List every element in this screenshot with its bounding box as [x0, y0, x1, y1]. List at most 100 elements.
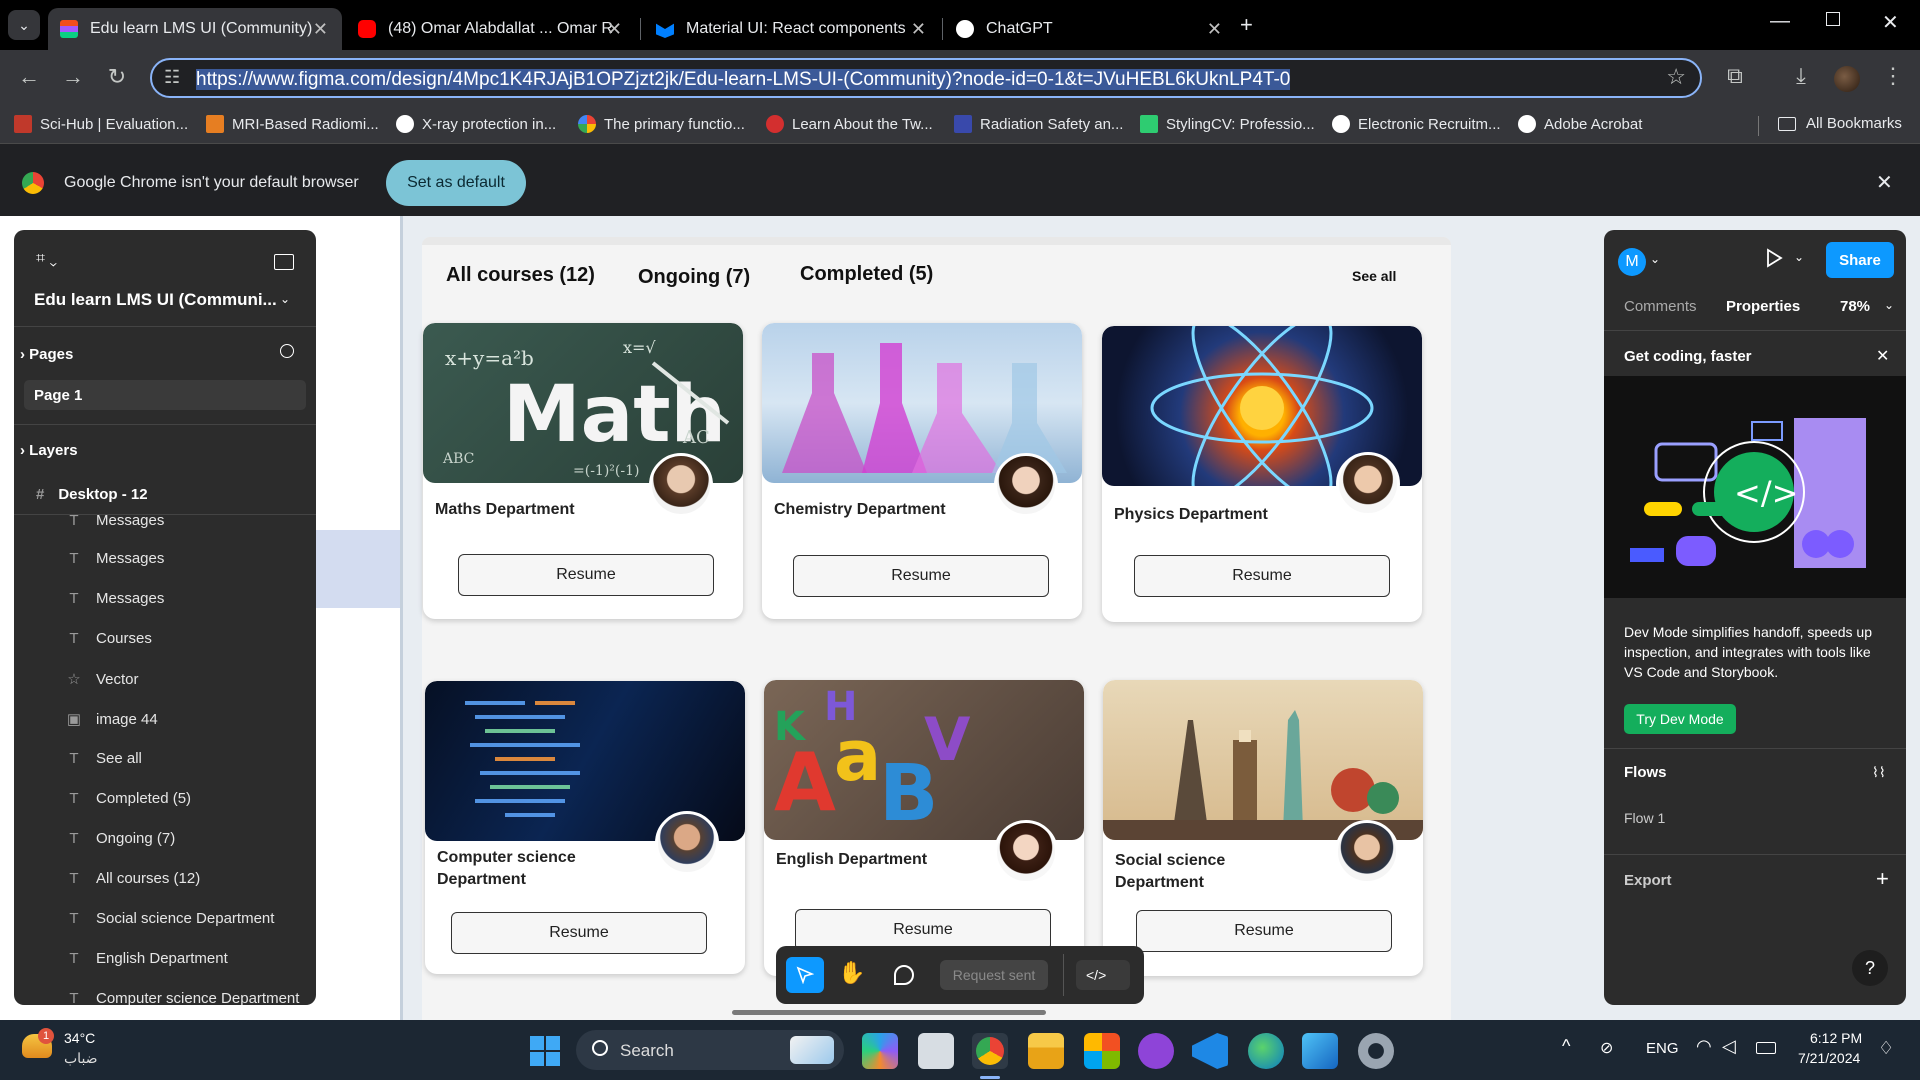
- wifi-icon[interactable]: ◠: [1696, 1036, 1712, 1057]
- flow-icon[interactable]: ⌇⌇: [1872, 764, 1886, 781]
- layer-item[interactable]: T Computer science Department: [66, 990, 299, 1005]
- tab-comments[interactable]: Comments: [1624, 298, 1697, 315]
- add-export-icon[interactable]: +: [1876, 866, 1889, 892]
- flow-item[interactable]: Flow 1: [1624, 810, 1665, 826]
- search-icon[interactable]: [280, 344, 294, 358]
- restore-icon[interactable]: [1826, 12, 1840, 26]
- close-icon[interactable]: ✕: [1876, 170, 1893, 195]
- layer-item[interactable]: ☆ Vector: [66, 670, 138, 689]
- hand-tool-icon[interactable]: ✋: [838, 960, 865, 986]
- address-bar[interactable]: ☷ https://www.figma.com/design/4Mpc1K4RJ…: [150, 58, 1702, 98]
- resume-button[interactable]: Resume: [795, 909, 1051, 951]
- resume-button[interactable]: Resume: [793, 555, 1049, 597]
- vscode-icon[interactable]: [1192, 1033, 1228, 1069]
- copilot-icon[interactable]: [862, 1033, 898, 1069]
- tab-completed[interactable]: Completed (5): [800, 263, 933, 286]
- bookmark-item[interactable]: StylingCV: Professio...: [1140, 115, 1315, 133]
- edge-icon[interactable]: [1248, 1033, 1284, 1069]
- share-button[interactable]: Share: [1826, 242, 1894, 278]
- try-dev-mode-button[interactable]: Try Dev Mode: [1624, 704, 1736, 734]
- search-box[interactable]: Search: [576, 1030, 844, 1070]
- back-icon[interactable]: ←: [14, 64, 44, 90]
- extensions-icon[interactable]: ⧉: [1720, 63, 1750, 89]
- layer-item[interactable]: T See all: [66, 750, 141, 767]
- close-icon[interactable]: ✕: [1207, 19, 1222, 40]
- chevron-down-icon[interactable]: ⌄: [280, 292, 290, 306]
- course-card-maths[interactable]: Math x+y=a²b x=√ ABC =(-1)²(-1) AC Maths…: [423, 323, 743, 619]
- horizontal-scrollbar[interactable]: [732, 1010, 1046, 1015]
- volume-icon[interactable]: ◁: [1722, 1036, 1736, 1057]
- layer-item[interactable]: T Messages: [66, 590, 164, 607]
- settings-icon[interactable]: [1358, 1033, 1394, 1069]
- language-indicator[interactable]: ENG: [1646, 1040, 1679, 1057]
- url-text[interactable]: https://www.figma.com/design/4Mpc1K4RJAj…: [196, 69, 1291, 91]
- tab-properties[interactable]: Properties: [1726, 298, 1800, 315]
- bookmark-item[interactable]: Radiation Safety an...: [954, 115, 1123, 133]
- tab-ongoing[interactable]: Ongoing (7): [638, 266, 750, 289]
- site-info-icon[interactable]: ☷: [164, 67, 180, 88]
- minimize-icon[interactable]: —: [1770, 10, 1790, 33]
- tab-search-button[interactable]: ⌄: [8, 10, 40, 40]
- tab-all-courses[interactable]: All courses (12): [446, 264, 595, 287]
- layers-heading[interactable]: › Layers: [20, 442, 78, 459]
- tab-chatgpt[interactable]: ChatGPT ✕: [944, 8, 1236, 50]
- course-card-computer-science[interactable]: Computer science Department Resume: [425, 681, 745, 974]
- bookmark-item[interactable]: The primary functio...: [578, 115, 745, 133]
- bookmark-item[interactable]: MRI-Based Radiomi...: [206, 115, 379, 133]
- layer-item[interactable]: T Courses: [66, 630, 151, 647]
- reload-icon[interactable]: ↻: [102, 64, 132, 90]
- course-card-social-science[interactable]: Social science Department Resume: [1103, 680, 1423, 976]
- bookmark-item[interactable]: Electronic Recruitm...: [1332, 115, 1501, 133]
- window-close-icon[interactable]: ✕: [1882, 10, 1899, 35]
- course-card-english[interactable]: A a B V H K English Department Resume: [764, 680, 1084, 976]
- frame-layer[interactable]: # Desktop - 12: [36, 486, 148, 503]
- help-icon[interactable]: ?: [1852, 950, 1888, 986]
- layer-item[interactable]: T Messages: [66, 512, 164, 529]
- figma-menu-icon[interactable]: ⌗ ⌄: [36, 250, 57, 268]
- layer-item[interactable]: T All courses (12): [66, 870, 200, 887]
- chevron-down-icon[interactable]: ⌄: [1650, 252, 1660, 266]
- new-tab-button[interactable]: +: [1240, 12, 1253, 38]
- show-hidden-icons[interactable]: ^: [1562, 1036, 1570, 1057]
- tab-material-ui[interactable]: Material UI: React components ✕: [644, 8, 940, 50]
- set-as-default-button[interactable]: Set as default: [386, 160, 526, 206]
- file-name[interactable]: Edu learn LMS UI (Communi...: [34, 290, 277, 310]
- chevron-down-icon[interactable]: ⌄: [1794, 250, 1804, 264]
- course-card-physics[interactable]: Physics Department Resume: [1102, 326, 1422, 622]
- forward-icon[interactable]: →: [58, 64, 88, 90]
- tab-youtube[interactable]: (48) Omar Alabdallat ... Omar R ✕: [346, 8, 636, 50]
- layer-item[interactable]: T Social science Department: [66, 910, 274, 927]
- user-avatar[interactable]: M: [1618, 248, 1646, 276]
- clock-time[interactable]: 6:12 PM: [1810, 1030, 1862, 1046]
- close-icon[interactable]: ✕: [911, 19, 926, 40]
- task-view-icon[interactable]: [918, 1033, 954, 1069]
- start-button[interactable]: [530, 1036, 560, 1066]
- all-bookmarks[interactable]: All Bookmarks: [1778, 115, 1902, 132]
- chevron-down-icon[interactable]: ⌄: [1884, 298, 1894, 312]
- layer-item[interactable]: T Completed (5): [66, 790, 191, 807]
- layer-item[interactable]: T Ongoing (7): [66, 830, 175, 847]
- download-icon[interactable]: ⤓: [1786, 63, 1816, 89]
- page-item[interactable]: Page 1: [24, 380, 306, 410]
- bookmark-item[interactable]: Adobe Acrobat: [1518, 115, 1642, 133]
- menu-icon[interactable]: ⋮: [1878, 63, 1908, 89]
- bookmark-item[interactable]: Learn About the Tw...: [766, 115, 933, 133]
- resume-button[interactable]: Resume: [1134, 555, 1390, 597]
- play-icon[interactable]: [1764, 248, 1784, 268]
- bookmark-item[interactable]: Sci-Hub | Evaluation...: [14, 115, 188, 133]
- profile-avatar[interactable]: [1834, 66, 1860, 92]
- close-icon[interactable]: ✕: [1876, 346, 1889, 366]
- layer-item[interactable]: ▣ image 44: [66, 710, 158, 729]
- bookmark-item[interactable]: X-ray protection in...: [396, 115, 556, 133]
- zoom-level[interactable]: 78%: [1840, 298, 1870, 315]
- course-card-chemistry[interactable]: Chemistry Department Resume: [762, 323, 1082, 619]
- layer-item[interactable]: T English Department: [66, 950, 227, 967]
- pages-heading[interactable]: › Pages: [20, 346, 73, 363]
- dev-mode-toggle[interactable]: </>: [1076, 960, 1130, 990]
- close-icon[interactable]: ✕: [313, 19, 328, 40]
- notification-bell-icon[interactable]: ♢: [1878, 1038, 1894, 1059]
- move-tool-button[interactable]: [786, 957, 824, 993]
- close-icon[interactable]: ✕: [607, 19, 622, 40]
- resume-button[interactable]: Resume: [458, 554, 714, 596]
- toggle-panel-icon[interactable]: [274, 254, 294, 270]
